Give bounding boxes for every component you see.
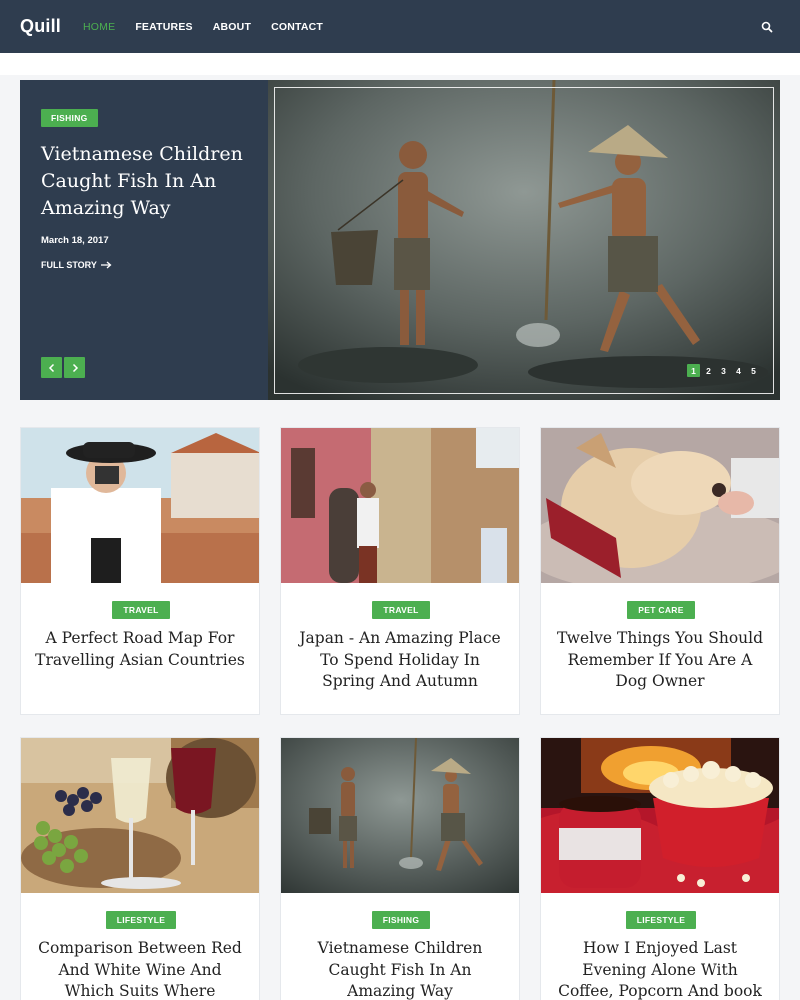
slider-arrows [41, 357, 85, 378]
search-icon[interactable] [760, 20, 774, 34]
post-category-badge[interactable]: TRAVEL [372, 601, 430, 619]
slide-dot-1[interactable]: 1 [687, 364, 700, 377]
nav-about[interactable]: ABOUT [213, 21, 251, 33]
post-card[interactable]: LIFESTYLE Comparison Between Red And Whi… [20, 737, 260, 1000]
post-card[interactable]: PET CARE Twelve Things You Should Rememb… [540, 427, 780, 715]
post-title[interactable]: How I Enjoyed Last Evening Alone With Co… [555, 938, 765, 1000]
post-card[interactable]: TRAVEL Japan - An Amazing Place To Spend… [280, 427, 520, 715]
post-title[interactable]: Comparison Between Red And White Wine An… [35, 938, 245, 1000]
post-card[interactable]: FISHING Vietnamese Children Caught Fish … [280, 737, 520, 1000]
post-category-badge[interactable]: LIFESTYLE [625, 911, 697, 929]
full-story-link[interactable]: FULL STORY [41, 260, 250, 270]
slide-dot-4[interactable]: 4 [732, 364, 745, 377]
post-thumbnail[interactable] [281, 738, 520, 893]
featured-category-badge[interactable]: FISHING [41, 109, 98, 127]
featured-image-frame [274, 87, 774, 394]
site-logo[interactable]: Quill [20, 16, 61, 37]
slider-pagination: 1 2 3 4 5 [687, 364, 760, 377]
post-category-badge[interactable]: FISHING [371, 911, 431, 929]
post-title[interactable]: A Perfect Road Map For Travelling Asian … [35, 628, 245, 671]
main-menu: HOME FEATURES ABOUT CONTACT [83, 21, 323, 33]
featured-title[interactable]: Vietnamese Children Caught Fish In An Am… [41, 141, 250, 222]
featured-slider: FISHING Vietnamese Children Caught Fish … [20, 80, 780, 400]
nav-home[interactable]: HOME [83, 21, 115, 33]
post-thumbnail[interactable] [541, 428, 780, 583]
featured-date: March 18, 2017 [41, 235, 109, 246]
post-thumbnail[interactable] [281, 428, 520, 583]
post-title[interactable]: Vietnamese Children Caught Fish In An Am… [295, 938, 505, 1000]
chevron-left-icon[interactable] [41, 357, 62, 378]
full-story-label: FULL STORY [41, 260, 97, 270]
post-thumbnail[interactable] [21, 738, 260, 893]
arrow-right-icon [100, 261, 112, 269]
post-category-badge[interactable]: TRAVEL [112, 601, 170, 619]
post-card[interactable]: LIFESTYLE How I Enjoyed Last Evening Alo… [540, 737, 780, 1000]
chevron-right-icon[interactable] [64, 357, 85, 378]
nav-spacer [0, 53, 800, 75]
top-nav: Quill HOME FEATURES ABOUT CONTACT [0, 0, 800, 53]
post-thumbnail[interactable] [541, 738, 780, 893]
featured-caption: FISHING Vietnamese Children Caught Fish … [20, 80, 270, 400]
post-category-badge[interactable]: LIFESTYLE [105, 911, 177, 929]
post-category-badge[interactable]: PET CARE [627, 601, 695, 619]
post-thumbnail[interactable] [21, 428, 260, 583]
post-title[interactable]: Japan - An Amazing Place To Spend Holida… [295, 628, 505, 693]
slide-dot-2[interactable]: 2 [702, 364, 715, 377]
post-card[interactable]: TRAVEL A Perfect Road Map For Travelling… [20, 427, 260, 715]
post-title[interactable]: Twelve Things You Should Remember If You… [555, 628, 765, 693]
slide-dot-5[interactable]: 5 [747, 364, 760, 377]
slide-dot-3[interactable]: 3 [717, 364, 730, 377]
nav-features[interactable]: FEATURES [135, 21, 192, 33]
nav-contact[interactable]: CONTACT [271, 21, 323, 33]
